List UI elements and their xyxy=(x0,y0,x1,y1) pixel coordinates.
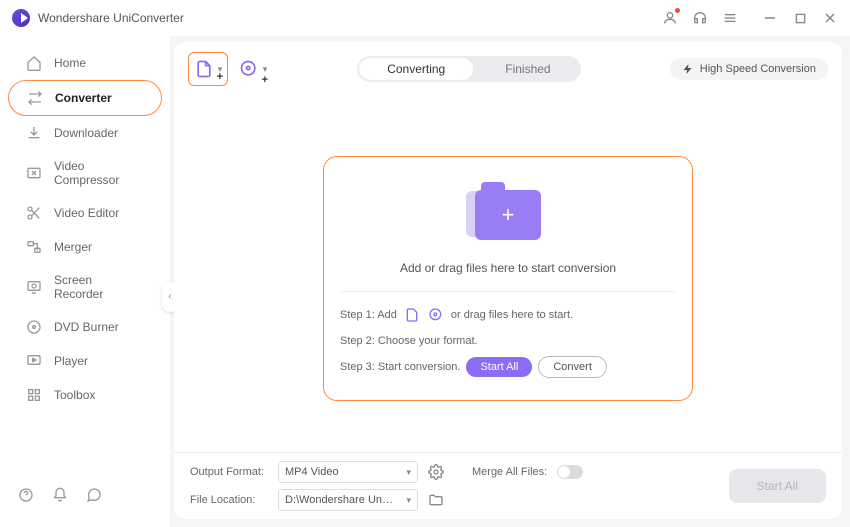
sidebar-item-label: Home xyxy=(54,56,86,70)
main-area: Home Converter Downloader Video Compress… xyxy=(0,36,850,527)
toolbar: + ▾ + ▾ Converting Finished High Speed C… xyxy=(174,42,842,96)
maximize-icon[interactable] xyxy=(792,10,808,26)
drop-main-text: Add or drag files here to start conversi… xyxy=(400,261,616,275)
step2-text: Step 2: Choose your format. xyxy=(340,335,478,347)
sidebar-item-label: Merger xyxy=(54,240,92,254)
sidebar-bottom xyxy=(0,473,170,517)
folder-illustration-icon: + xyxy=(458,185,558,245)
sidebar-item-label: Toolbox xyxy=(54,388,95,402)
screen-recorder-icon xyxy=(26,279,42,295)
file-location-select[interactable]: D:\Wondershare UniConverter xyxy=(278,489,418,511)
sidebar-item-player[interactable]: Player xyxy=(8,344,162,378)
sidebar-item-label: Video Compressor xyxy=(54,159,144,187)
workspace: + ▾ + ▾ Converting Finished High Speed C… xyxy=(174,42,842,519)
app-logo-icon xyxy=(12,9,30,27)
lightning-icon xyxy=(682,63,694,75)
high-speed-label: High Speed Conversion xyxy=(700,63,816,75)
bottom-bar: Output Format: MP4 Video Merge All Files… xyxy=(174,452,842,519)
start-all-mini-button[interactable]: Start All xyxy=(466,357,532,377)
sidebar-item-merger[interactable]: Merger xyxy=(8,230,162,264)
add-disc-button[interactable]: + ▾ xyxy=(238,52,268,86)
output-format-select[interactable]: MP4 Video xyxy=(278,461,418,483)
tab-converting[interactable]: Converting xyxy=(359,58,473,80)
sidebar-item-home[interactable]: Home xyxy=(8,46,162,80)
headset-icon[interactable] xyxy=(692,10,708,26)
start-all-button[interactable]: Start All xyxy=(729,469,826,503)
app-title: Wondershare UniConverter xyxy=(38,11,662,25)
menu-icon[interactable] xyxy=(722,10,738,26)
converter-icon xyxy=(27,90,43,106)
high-speed-conversion-button[interactable]: High Speed Conversion xyxy=(670,58,828,80)
titlebar-actions xyxy=(662,10,838,26)
sidebar-item-label: Video Editor xyxy=(54,206,119,220)
home-icon xyxy=(26,55,42,71)
merger-icon xyxy=(26,239,42,255)
add-file-button[interactable]: + ▾ xyxy=(188,52,228,86)
compressor-icon xyxy=(26,165,42,181)
settings-gear-icon[interactable] xyxy=(428,464,444,480)
sidebar-item-label: Downloader xyxy=(54,126,118,140)
add-file-mini-icon[interactable] xyxy=(403,306,421,324)
merge-toggle[interactable] xyxy=(557,465,583,479)
disc-icon xyxy=(26,319,42,335)
bell-icon[interactable] xyxy=(52,487,68,503)
output-format-label: Output Format: xyxy=(190,466,268,478)
sidebar-item-converter[interactable]: Converter xyxy=(8,80,162,116)
tab-finished[interactable]: Finished xyxy=(475,56,580,82)
merge-label: Merge All Files: xyxy=(472,466,547,478)
step-3-row: Step 3: Start conversion. Start All Conv… xyxy=(340,356,676,378)
drop-area[interactable]: + Add or drag files here to start conver… xyxy=(323,156,693,401)
bottom-left: Output Format: MP4 Video Merge All Files… xyxy=(190,461,583,511)
chevron-down-icon: ▾ xyxy=(263,64,268,75)
account-icon[interactable] xyxy=(662,10,678,26)
window-controls xyxy=(762,10,838,26)
sidebar: Home Converter Downloader Video Compress… xyxy=(0,36,170,527)
sidebar-item-label: DVD Burner xyxy=(54,320,119,334)
step3-text: Step 3: Start conversion. xyxy=(340,361,460,373)
player-icon xyxy=(26,353,42,369)
close-icon[interactable] xyxy=(822,10,838,26)
step1-prefix: Step 1: Add xyxy=(340,309,397,321)
step-1-row: Step 1: Add or drag files here to start. xyxy=(340,304,676,326)
sidebar-item-screen-recorder[interactable]: Screen Recorder xyxy=(8,264,162,310)
help-icon[interactable] xyxy=(18,487,34,503)
divider xyxy=(340,291,676,292)
convert-mini-button[interactable]: Convert xyxy=(538,356,607,378)
sidebar-item-label: Screen Recorder xyxy=(54,273,144,301)
file-location-label: File Location: xyxy=(190,494,268,506)
minimize-icon[interactable] xyxy=(762,10,778,26)
sidebar-item-downloader[interactable]: Downloader xyxy=(8,116,162,150)
titlebar: Wondershare UniConverter xyxy=(0,0,850,36)
feedback-icon[interactable] xyxy=(86,487,102,503)
step1-suffix: or drag files here to start. xyxy=(451,309,573,321)
step-2-row: Step 2: Choose your format. xyxy=(340,330,676,352)
tab-group: Converting Finished xyxy=(357,56,580,82)
sidebar-item-dvd-burner[interactable]: DVD Burner xyxy=(8,310,162,344)
sidebar-item-video-editor[interactable]: Video Editor xyxy=(8,196,162,230)
sidebar-item-label: Player xyxy=(54,354,88,368)
sidebar-item-compressor[interactable]: Video Compressor xyxy=(8,150,162,196)
download-icon xyxy=(26,125,42,141)
open-folder-icon[interactable] xyxy=(428,492,444,508)
sidebar-item-toolbox[interactable]: Toolbox xyxy=(8,378,162,412)
scissors-icon xyxy=(26,205,42,221)
add-disc-mini-icon[interactable] xyxy=(427,306,445,324)
sidebar-item-label: Converter xyxy=(55,91,112,105)
spacer xyxy=(174,421,842,452)
toolbox-icon xyxy=(26,387,42,403)
